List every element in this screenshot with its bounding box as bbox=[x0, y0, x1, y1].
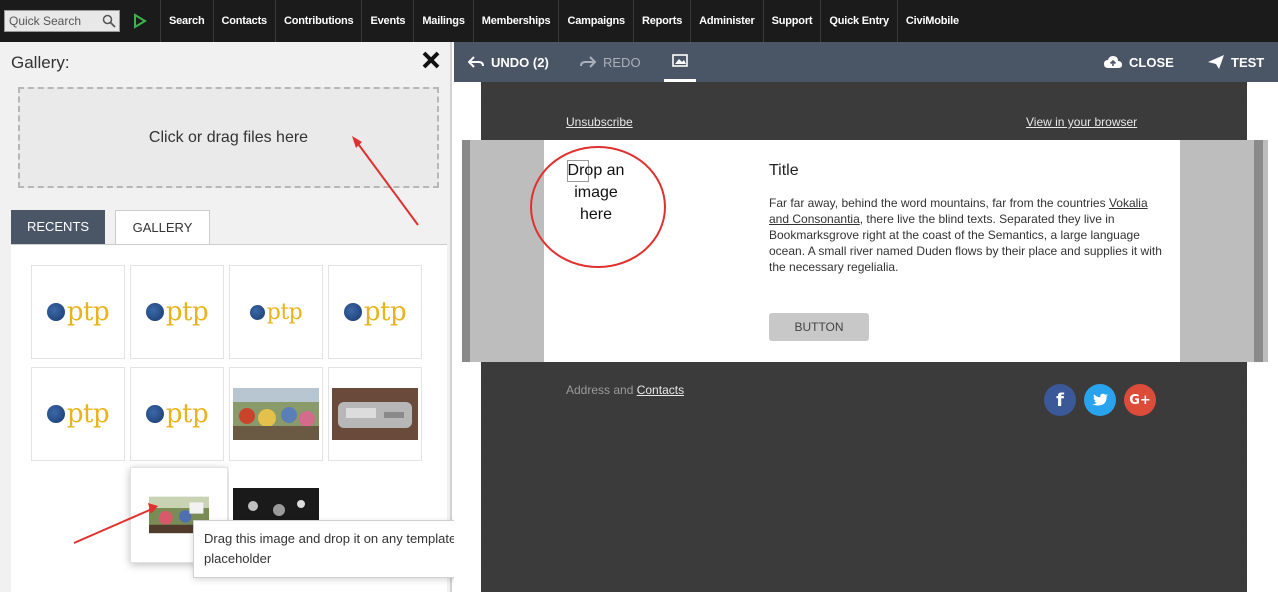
view-in-browser-link[interactable]: View in your browser bbox=[1026, 115, 1137, 129]
gallery-image-car-photo[interactable] bbox=[328, 367, 422, 461]
ptp-logo: ptp bbox=[145, 297, 209, 327]
ptp-logo: ptp bbox=[46, 399, 110, 429]
facebook-icon[interactable]: f bbox=[1044, 384, 1076, 416]
redo-icon bbox=[580, 56, 596, 68]
file-dropzone[interactable]: Click or drag files here bbox=[18, 87, 439, 188]
menu-item-memberships[interactable]: Memberships bbox=[472, 0, 559, 42]
logo-text: ptp bbox=[266, 299, 303, 325]
civicrm-menubar: Quick Search Search Contacts Contributio… bbox=[0, 0, 1278, 42]
logo-text: ptp bbox=[165, 297, 209, 327]
twitter-icon[interactable] bbox=[1084, 384, 1116, 416]
globe-icon bbox=[145, 303, 164, 321]
gallery-image-crowd-photo[interactable] bbox=[229, 367, 323, 461]
menu-item-events[interactable]: Events bbox=[361, 0, 413, 42]
unsubscribe-link[interactable]: Unsubscribe bbox=[566, 115, 633, 129]
paper-plane-icon bbox=[1208, 55, 1224, 69]
ptp-logo: ptp bbox=[249, 299, 303, 325]
undo-icon bbox=[468, 56, 484, 68]
main-menu: Search Contacts Contributions Events Mai… bbox=[160, 0, 967, 42]
gallery-image-ptp-logo[interactable]: ptp bbox=[229, 265, 323, 359]
undo-button[interactable]: UNDO (2) bbox=[468, 42, 549, 82]
quick-search-input[interactable]: Quick Search bbox=[4, 10, 120, 32]
gallery-image-ptp-logo[interactable]: ptp bbox=[130, 367, 224, 461]
menu-item-search[interactable]: Search bbox=[160, 0, 213, 42]
gallery-title: Gallery: bbox=[11, 53, 70, 72]
footer-text: Address and bbox=[566, 383, 637, 397]
body-text-part1: Far far away, behind the word mountains,… bbox=[769, 196, 1109, 210]
redo-button[interactable]: REDO bbox=[580, 42, 641, 82]
crowd-photo bbox=[233, 388, 319, 440]
gallery-image-ptp-logo[interactable]: ptp bbox=[130, 265, 224, 359]
globe-icon bbox=[46, 405, 65, 423]
globe-icon bbox=[145, 405, 164, 423]
menu-item-campaigns[interactable]: Campaigns bbox=[558, 0, 633, 42]
logo-text: ptp bbox=[66, 297, 110, 327]
test-button[interactable]: TEST bbox=[1208, 42, 1264, 82]
close-icon[interactable] bbox=[420, 49, 442, 71]
template-body-text[interactable]: Far far away, behind the word mountains,… bbox=[769, 195, 1169, 275]
image-icon bbox=[672, 54, 688, 67]
block-handle-left[interactable] bbox=[462, 140, 470, 362]
search-icon bbox=[102, 14, 116, 28]
tab-gallery[interactable]: GALLERY bbox=[115, 210, 210, 246]
redo-label: REDO bbox=[603, 54, 641, 70]
gallery-image-ptp-logo[interactable]: ptp bbox=[31, 265, 125, 359]
test-label: TEST bbox=[1231, 54, 1265, 70]
close-label: CLOSE bbox=[1129, 54, 1174, 70]
cloud-upload-icon bbox=[1104, 56, 1122, 68]
gallery-image-ptp-logo[interactable]: ptp bbox=[328, 265, 422, 359]
logo-text: ptp bbox=[363, 297, 407, 327]
undo-label: UNDO (2) bbox=[491, 54, 549, 70]
menu-item-civimobile[interactable]: CiviMobile bbox=[896, 0, 967, 42]
menu-item-contributions[interactable]: Contributions bbox=[274, 0, 362, 42]
menu-item-quick-entry[interactable]: Quick Entry bbox=[820, 0, 897, 42]
dropzone-label: Click or drag files here bbox=[148, 128, 309, 146]
template-title[interactable]: Title bbox=[769, 162, 799, 180]
gallery-toggle-button[interactable] bbox=[664, 42, 696, 82]
menu-item-reports[interactable]: Reports bbox=[632, 0, 690, 42]
template-button[interactable]: BUTTON bbox=[769, 313, 869, 341]
ptp-logo: ptp bbox=[46, 297, 110, 327]
gallery-panel: Gallery: Click or drag files here RECENT… bbox=[0, 42, 452, 592]
google-plus-icon[interactable]: G+ bbox=[1124, 384, 1156, 416]
gallery-image-ptp-logo[interactable]: ptp bbox=[31, 367, 125, 461]
globe-icon bbox=[46, 303, 65, 321]
tab-recents[interactable]: RECENTS bbox=[11, 210, 105, 244]
annotation-circle bbox=[530, 146, 666, 268]
ptp-logo: ptp bbox=[145, 399, 209, 429]
quick-search-placeholder: Quick Search bbox=[9, 14, 82, 28]
logo-text: ptp bbox=[165, 399, 209, 429]
menu-item-administer[interactable]: Administer bbox=[690, 0, 762, 42]
logo-text: ptp bbox=[66, 399, 110, 429]
close-editor-button[interactable]: CLOSE bbox=[1104, 42, 1174, 82]
editor-toolbar: UNDO (2) REDO CLOSE TEST bbox=[454, 42, 1278, 82]
canvas-scrollbar[interactable] bbox=[1254, 140, 1263, 362]
twitter-bird-glyph bbox=[1092, 393, 1108, 405]
menu-item-mailings[interactable]: Mailings bbox=[413, 0, 472, 42]
menu-item-support[interactable]: Support bbox=[762, 0, 821, 42]
menu-item-contacts[interactable]: Contacts bbox=[212, 0, 275, 42]
footer-contacts-link[interactable]: Contacts bbox=[637, 383, 684, 397]
footer-address: Address and Contacts bbox=[566, 383, 684, 397]
car-photo bbox=[332, 388, 418, 440]
globe-icon bbox=[249, 304, 265, 320]
play-arrow-icon[interactable] bbox=[133, 13, 147, 29]
ptp-logo: ptp bbox=[343, 297, 407, 327]
globe-icon bbox=[343, 303, 362, 321]
